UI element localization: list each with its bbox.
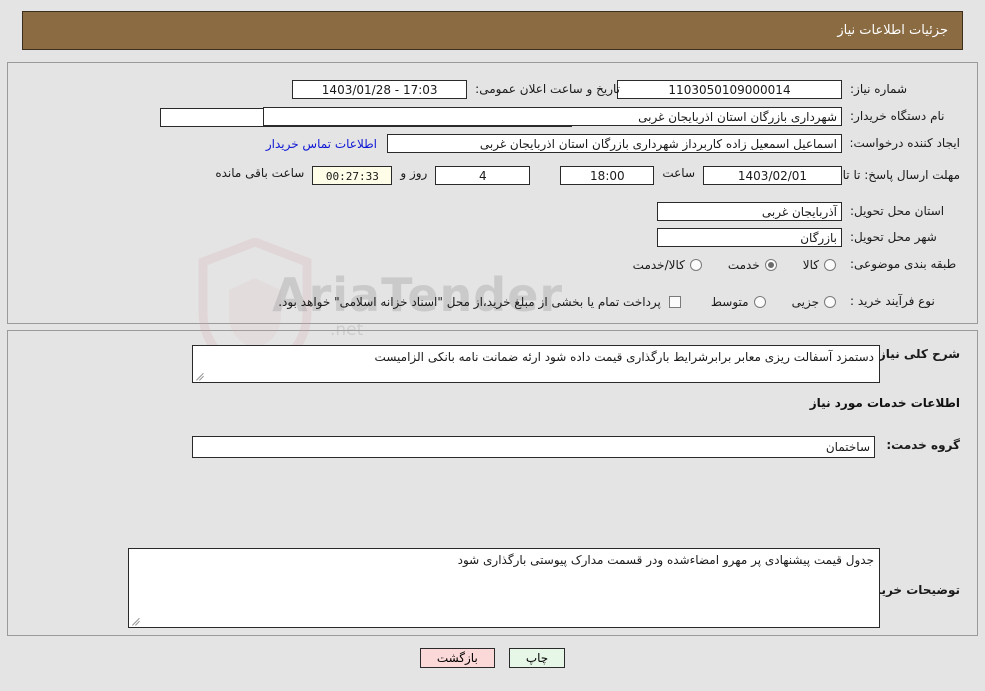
need-number-value: 1103050109000014 [617,80,842,99]
treasury-bond-checkbox[interactable] [668,295,681,308]
deadline-date-value: 1403/02/01 [703,166,842,185]
public-announce-row: تاریخ و ساعت اعلان عمومی: 17:03 - 1403/0… [292,80,620,99]
public-announce-value: 17:03 - 1403/01/28 [292,80,468,99]
delivery-province-row: استان محل تحویل: آذربایجان غربی [657,202,960,221]
radio-khedmat-icon[interactable] [764,258,777,271]
purchase-option-jozei-label: جزیی [791,294,819,309]
description-textarea[interactable]: دستمزد آسفالت ریزی معابر برابرشرایط بارگ… [192,345,880,383]
delivery-city-label: شهر محل تحویل: [850,230,937,244]
deadline-row: مهلت ارسال پاسخ: تا تاریخ: 1403/02/01 سا… [215,166,960,185]
requester-row: ایجاد کننده درخواست: اسماعیل اسمعیل زاده… [266,134,960,153]
delivery-city-row: شهر محل تحویل: بازرگان [657,228,960,247]
purchase-option-jozei[interactable]: جزیی [792,295,836,309]
category-option-kala-khedmat-label: کالا/خدمت [632,257,685,272]
purchase-option-motavaset-label: متوسط [710,294,749,309]
service-group-value: ساختمان [192,436,875,458]
radio-kala-khedmat-icon[interactable] [689,258,702,271]
delivery-province-label: استان محل تحویل: [850,204,945,218]
need-number-row: شماره نیاز: 1103050109000014 [617,80,960,99]
page-title: جزئیات اطلاعات نیاز [837,23,948,38]
category-option-kala-khedmat[interactable]: کالا/خدمت [633,258,702,272]
purchase-option-motavaset[interactable]: متوسط [711,295,766,309]
deadline-days-label: روز و [400,166,428,180]
delivery-city-value: بازرگان [657,228,842,247]
requester-label: ایجاد کننده درخواست: [849,136,960,150]
buyer-org-label: نام دستگاه خریدار: [850,109,945,123]
description-value: دستمزد آسفالت ریزی معابر برابرشرایط بارگ… [374,350,874,364]
radio-kala-icon[interactable] [824,258,836,271]
button-bar: چاپ بازگشت [0,648,985,668]
deadline-remaining-label: ساعت باقی مانده [215,166,305,180]
radio-motavaset-icon[interactable] [753,295,766,308]
deadline-countdown: 00:27:33 [312,166,393,185]
need-info-panel [7,62,978,324]
category-option-kala[interactable]: کالا [803,258,836,272]
deadline-time-value: 18:00 [560,166,655,185]
resize-grip-icon[interactable] [132,617,141,626]
buyer-contact-link[interactable]: اطلاعات تماس خریدار [266,137,377,151]
buyer-org-row: نام دستگاه خریدار: شهرداری بازرگان استان… [263,107,960,126]
category-option-khedmat[interactable]: خدمت [728,258,777,272]
purchase-type-label: نوع فرآیند خرید : [850,294,935,308]
need-number-label: شماره نیاز: [850,82,907,96]
buyer-notes-value: جدول قیمت پیشنهادی پر مهرو امضاءشده ودر … [457,553,874,567]
category-label: طبقه بندی موضوعی: [850,257,957,271]
back-button[interactable]: بازگشت [419,648,495,668]
requester-value: اسماعیل اسمعیل زاده کاربرداز شهرداری باز… [387,134,842,153]
deadline-days-value: 4 [435,166,531,185]
radio-jozei-icon[interactable] [824,295,836,308]
services-section-heading: اطلاعات خدمات مورد نیاز [809,396,960,410]
category-row: طبقه بندی موضوعی: کالا خدمت کالا/خدمت [633,257,960,272]
deadline-label: مهلت ارسال پاسخ: تا تاریخ: [821,168,960,182]
deadline-time-label: ساعت [662,166,695,180]
service-group-label: گروه خدمت: [886,438,960,452]
public-announce-label: تاریخ و ساعت اعلان عمومی: [475,82,620,96]
description-label: شرح کلی نیاز: [874,347,960,361]
print-button[interactable]: چاپ [508,648,566,668]
description-label-wrap: شرح کلی نیاز: [874,347,960,362]
category-option-khedmat-label: خدمت [727,257,760,272]
buyer-notes-textarea[interactable]: جدول قیمت پیشنهادی پر مهرو امضاءشده ودر … [128,548,880,628]
page-title-bar: جزئیات اطلاعات نیاز [22,11,963,50]
resize-grip-icon[interactable] [196,372,205,381]
service-group-label-wrap: گروه خدمت: [886,438,960,453]
buyer-org-value: شهرداری بازرگان استان اذربایجان غربی [263,107,842,126]
treasury-bond-note: پرداخت تمام یا بخشی از مبلغ خرید،از محل … [278,294,661,309]
category-option-kala-label: کالا [802,257,819,272]
purchase-type-row: نوع فرآیند خرید : جزیی متوسط پرداخت تمام… [278,294,960,309]
delivery-province-value: آذربایجان غربی [657,202,842,221]
